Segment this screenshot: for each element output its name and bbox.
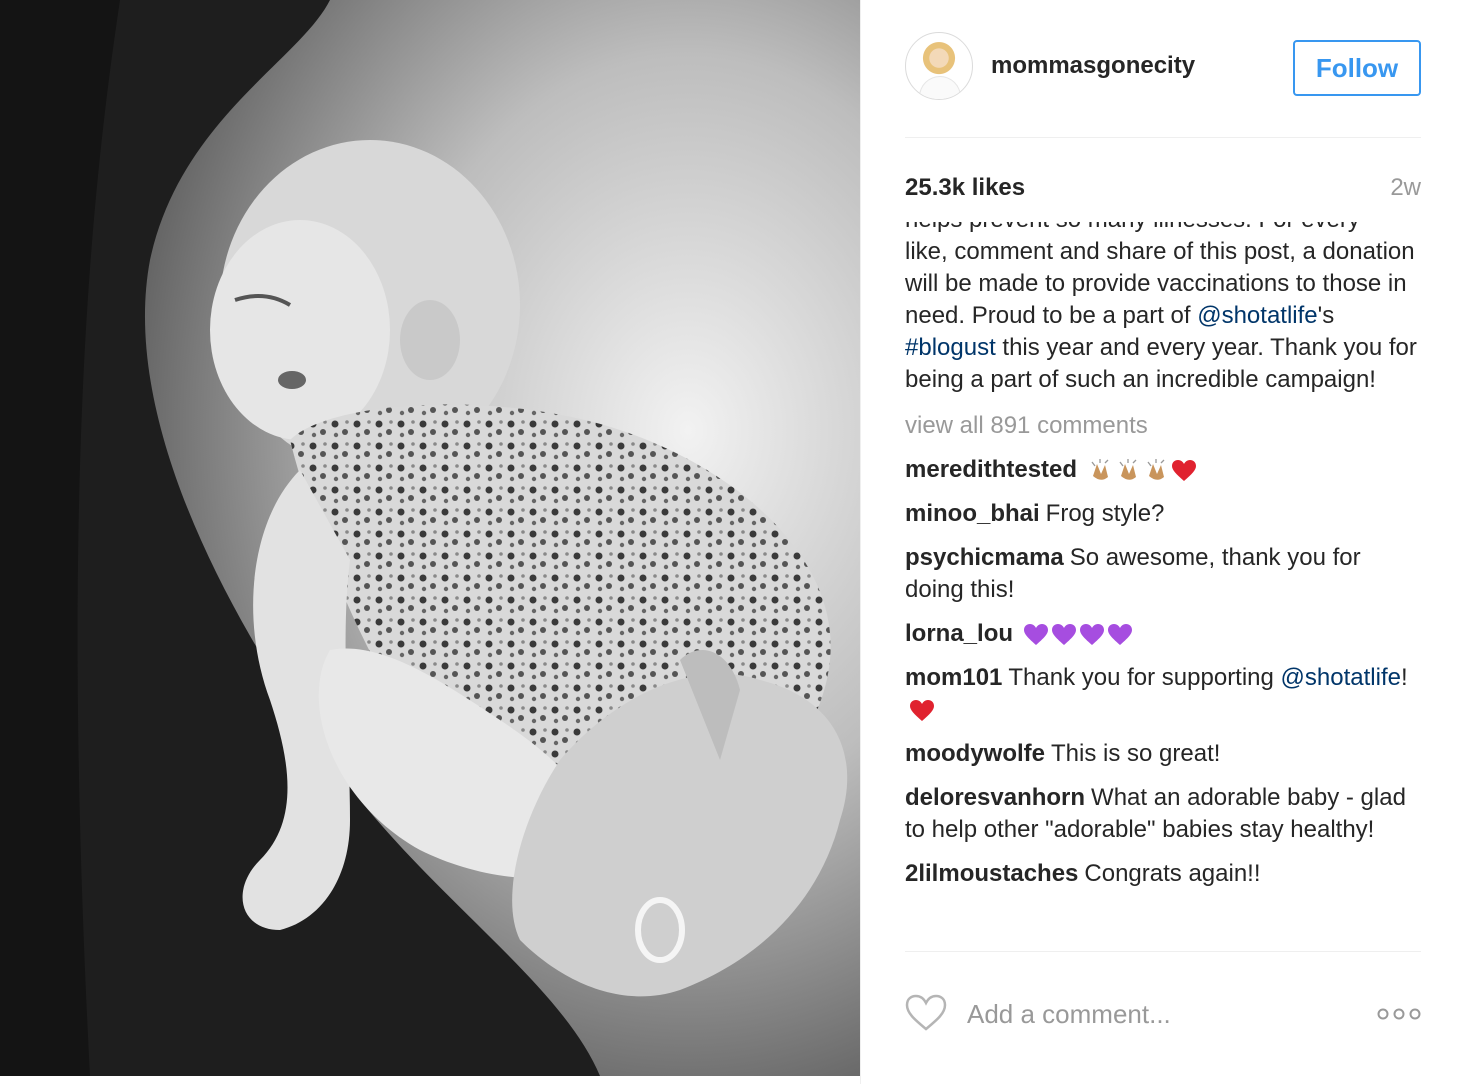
likes-count[interactable]: 25.3k likes [905, 174, 1025, 202]
comment-emoji-group [909, 698, 935, 724]
comment-username[interactable]: 2lilmoustaches [905, 860, 1078, 887]
comment-text: Congrats again!! [1084, 860, 1261, 887]
caption-hashtag-link[interactable]: #blogust [905, 334, 996, 361]
post-sidebar: mommasgonecity Follow 25.3k likes 2w hel… [860, 0, 1462, 1084]
likes-row: 25.3k likes 2w [905, 172, 1421, 208]
red-heart-emoji-icon [1172, 459, 1197, 481]
post-container: mommasgonecity Follow 25.3k likes 2w hel… [0, 0, 1462, 1084]
comment: meredithtested [905, 454, 1421, 486]
heart-outline-icon[interactable] [905, 994, 947, 1032]
comment-text: ! [1400, 664, 1408, 691]
photo-illustration [0, 0, 860, 1076]
caption-mention-link[interactable]: @shotatlife [1197, 302, 1317, 329]
comments-list: helps prevent so many illnesses. For eve… [905, 222, 1421, 890]
comment: psychicmama So awesome, thank you for doi… [905, 542, 1421, 606]
clapping-hands-emoji-icon [1091, 458, 1109, 480]
comment-text: Thank you for supporting [1008, 664, 1281, 691]
post-caption: helps prevent so many illnesses. For eve… [905, 222, 1421, 396]
more-options-icon[interactable] [1377, 1006, 1421, 1022]
post-photo[interactable] [0, 0, 860, 1076]
comment-username[interactable]: meredithtested [905, 456, 1077, 483]
comment-emoji-group [1087, 458, 1197, 484]
clapping-hands-emoji-icon [1147, 458, 1165, 480]
comment: mom101 Thank you for supporting @shotatli… [905, 662, 1421, 726]
view-all-comments-link[interactable]: view all 891 comments [905, 410, 1421, 442]
post-age[interactable]: 2w [1390, 174, 1421, 202]
username[interactable]: mommasgonecity [991, 52, 1195, 80]
red-heart-emoji-icon [910, 699, 934, 721]
purple-heart-emoji-icon [1024, 623, 1049, 645]
purple-heart-emoji-icon [1080, 623, 1105, 645]
comment: deloresvanhorn What an adorable baby - gl… [905, 782, 1421, 846]
comment-username[interactable]: moodywolfe [905, 740, 1045, 767]
purple-heart-emoji-icon [1108, 623, 1133, 645]
add-comment-input[interactable] [967, 994, 1327, 1034]
comment-text: Frog style? [1045, 500, 1165, 527]
comment: minoo_bhai Frog style? [905, 498, 1421, 530]
clapping-hands-emoji-icon [1119, 458, 1137, 480]
comment-username[interactable]: psychicmama [905, 544, 1064, 571]
comment-username[interactable]: mom101 [905, 664, 1002, 691]
post-header: mommasgonecity Follow [905, 32, 1421, 138]
comment: 2lilmoustaches Congrats again!! [905, 858, 1421, 890]
caption-text: 's [1317, 302, 1335, 329]
comments-scroll-area[interactable]: helps prevent so many illnesses. For eve… [905, 222, 1421, 952]
comment-username[interactable]: lorna_lou [905, 620, 1013, 647]
comment-username[interactable]: minoo_bhai [905, 500, 1040, 527]
comment-footer [905, 990, 1421, 1038]
comment: lorna_lou [905, 618, 1421, 650]
avatar[interactable] [905, 32, 973, 100]
comment-text: This is so great! [1051, 740, 1221, 767]
purple-heart-emoji-icon [1052, 623, 1077, 645]
caption-text: like, comment and share of this post, a … [905, 238, 1415, 329]
comment-emoji-group [1023, 622, 1133, 648]
comment-mention-link[interactable]: @shotatlife [1281, 664, 1401, 691]
comment: moodywolfe This is so great! [905, 738, 1421, 770]
follow-button[interactable]: Follow [1293, 40, 1421, 96]
comment-username[interactable]: deloresvanhorn [905, 784, 1085, 811]
caption-partial-line: helps prevent so many illnesses. For eve… [905, 222, 1360, 233]
